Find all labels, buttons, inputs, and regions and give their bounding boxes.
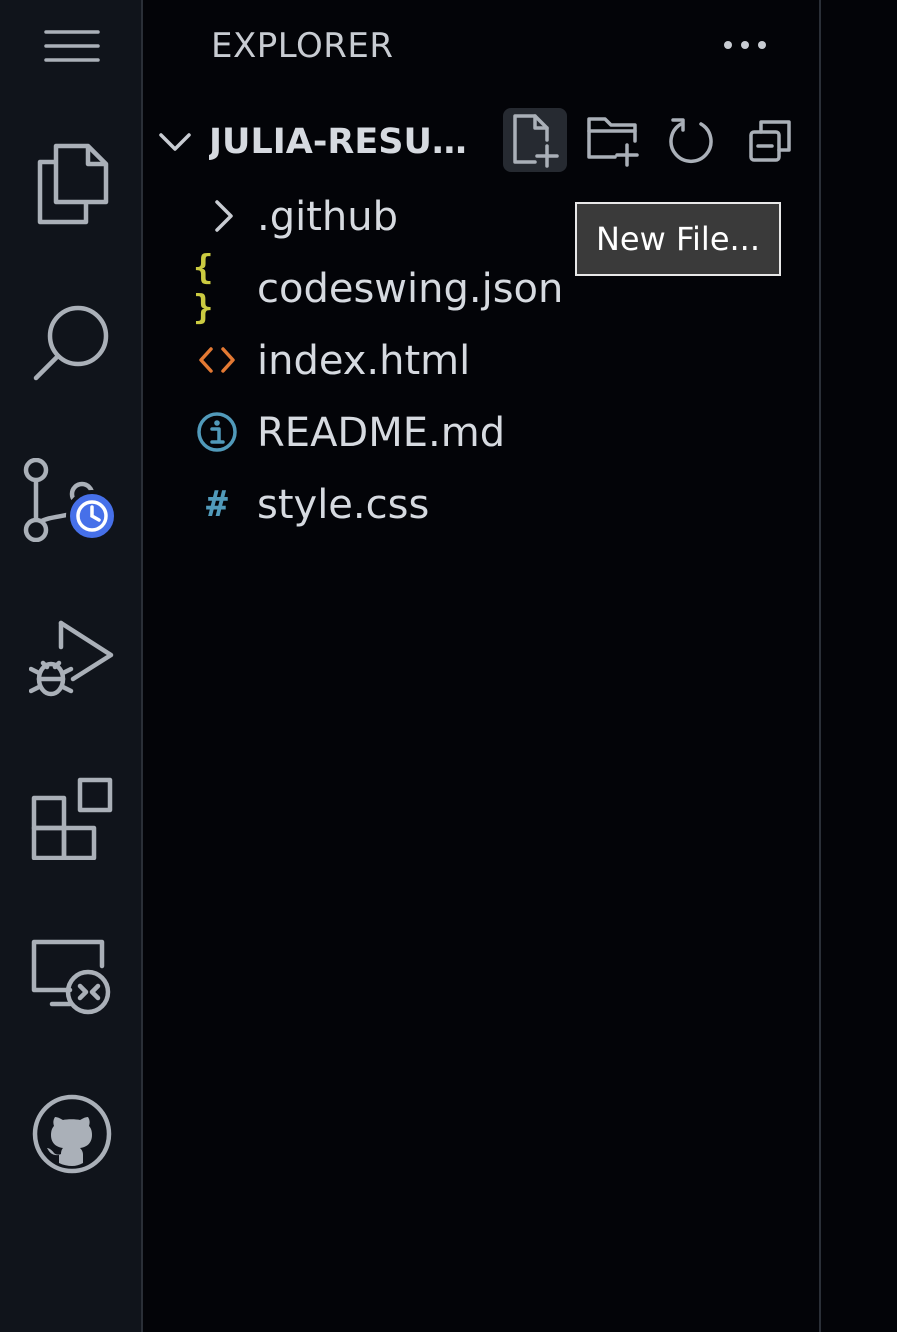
- search-icon: [33, 305, 108, 381]
- tree-item-label: index.html: [257, 338, 471, 384]
- clock-icon: [76, 500, 108, 532]
- files-icon: [37, 143, 108, 225]
- remote-explorer-icon: [31, 939, 110, 1015]
- run-debug-icon: [28, 620, 113, 697]
- new-file-tooltip: New File...: [575, 202, 781, 276]
- activity-source-control[interactable]: [0, 440, 143, 560]
- activity-search[interactable]: [0, 282, 143, 402]
- new-folder-button[interactable]: [581, 108, 645, 172]
- new-file-button[interactable]: [503, 108, 567, 172]
- tree-item-readme-md[interactable]: README.md: [143, 396, 821, 468]
- tree-item-index-html[interactable]: index.html: [143, 324, 821, 396]
- tree-item-label: codeswing.json: [257, 266, 564, 312]
- explorer-sidebar: EXPLORER JULIA-RESUME... .github {} cod…: [143, 0, 821, 1332]
- tree-item-style-css[interactable]: # style.css: [143, 468, 821, 540]
- activity-explorer[interactable]: [0, 124, 143, 244]
- activity-extensions[interactable]: [0, 758, 143, 878]
- html-brackets-icon: [193, 336, 241, 384]
- new-folder-icon: [587, 117, 639, 167]
- info-icon: [193, 408, 241, 456]
- json-braces-icon: { }: [193, 248, 214, 328]
- collapse-all-icon: [749, 120, 791, 162]
- editor-area-edge: [821, 0, 897, 1332]
- explorer-title: EXPLORER: [211, 26, 394, 66]
- activity-github[interactable]: [0, 1074, 143, 1194]
- workspace-folder-header[interactable]: JULIA-RESUME...: [143, 102, 821, 180]
- hamburger-menu-icon: [43, 30, 100, 62]
- activity-remote-explorer[interactable]: [0, 918, 143, 1038]
- tree-item-label: style.css: [257, 482, 430, 528]
- tree-item-label: .github: [257, 194, 398, 240]
- refresh-icon: [669, 118, 713, 163]
- activity-run-debug[interactable]: [0, 600, 143, 720]
- chevron-down-icon: [159, 133, 191, 151]
- hash-icon: #: [206, 483, 228, 525]
- collapse-folders-button[interactable]: [739, 108, 803, 172]
- vscode-window: EXPLORER JULIA-RESUME... .github {} cod…: [0, 0, 897, 1332]
- chevron-right-icon: [199, 192, 247, 240]
- menu-button[interactable]: [0, 0, 143, 106]
- new-file-icon: [513, 114, 559, 168]
- extensions-icon: [31, 777, 112, 860]
- ellipsis-icon: [724, 41, 766, 49]
- workspace-folder-name: JULIA-RESUME...: [209, 122, 501, 162]
- tree-item-label: README.md: [257, 410, 506, 456]
- refresh-explorer-button[interactable]: [659, 108, 723, 172]
- more-actions-button[interactable]: [715, 20, 775, 70]
- source-control-badge: [66, 490, 118, 542]
- activity-bar: [0, 0, 143, 1332]
- github-icon: [32, 1094, 111, 1174]
